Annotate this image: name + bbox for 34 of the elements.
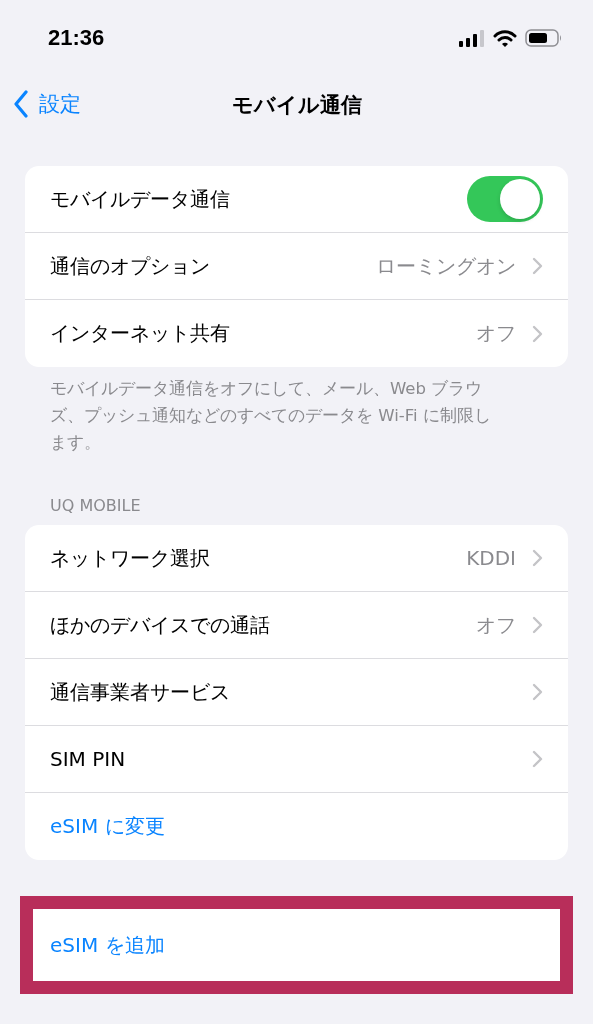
signal-icon [459, 29, 485, 47]
section-header: UQ MOBILE [49, 495, 142, 515]
row-label: ネットワーク選択 [50, 544, 210, 572]
status-time: 21:36 [48, 25, 105, 51]
row-label: インターネット共有 [50, 320, 230, 347]
row-value: KDDI [466, 546, 516, 570]
row-value: オフ [476, 320, 516, 347]
row-label: 通信事業者サービス [50, 678, 230, 706]
chevron-icon [532, 616, 543, 634]
chevron-icon [532, 324, 543, 343]
chevron-icon [532, 549, 543, 567]
toggle-switch[interactable] [467, 176, 543, 222]
settings-row[interactable]: インターネット共有 オフ [25, 300, 568, 367]
wifi-icon [493, 29, 517, 47]
row-value: ローミングオン [376, 252, 516, 280]
screen-title: モバイル通信 [231, 92, 362, 119]
settings-row[interactable]: ほかのデバイスでの通話 オフ [25, 592, 568, 659]
settings-row[interactable]: ネットワーク選択 KDDI [25, 525, 568, 592]
row-value: オフ [476, 611, 516, 639]
settings-row[interactable]: 通信事業者サービス [25, 659, 568, 726]
section-footer: モバイルデータ通信をオフにして、メール、Web ブラウズ、プッシュ通知などのすべてのデータを Wi-Fi に制限します。 [25, 367, 568, 456]
battery-icon [525, 29, 563, 47]
settings-row[interactable]: SIM PIN [25, 726, 568, 793]
row-label: モバイルデータ通信 [50, 185, 230, 213]
back-chevron-icon [13, 90, 29, 118]
chevron-icon [532, 683, 543, 701]
chevron-icon [532, 750, 543, 768]
settings-row[interactable]: 通信のオプション ローミングオン [25, 233, 568, 300]
row-label: SIM PIN [50, 747, 126, 771]
row-link[interactable]: eSIM を追加 [50, 931, 165, 959]
chevron-icon [532, 257, 543, 275]
row-label: ほかのデバイスでの通話 [50, 611, 270, 639]
row-label: 通信のオプション [50, 252, 210, 280]
row-link[interactable]: eSIM に変更 [50, 813, 165, 840]
